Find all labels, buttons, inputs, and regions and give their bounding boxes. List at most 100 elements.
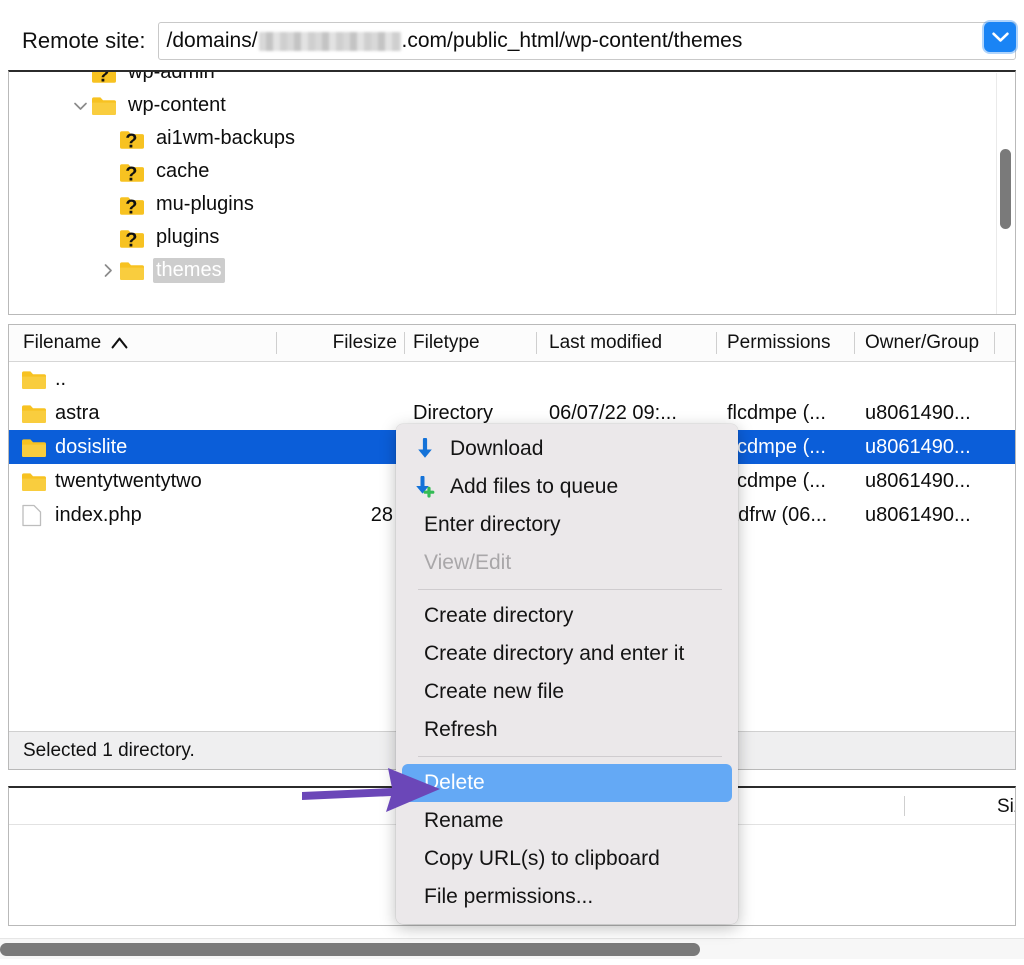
- queue-column-separator[interactable]: [904, 796, 905, 816]
- column-header-filename[interactable]: Filename: [9, 325, 277, 361]
- menu-item-copy-url-s-to-clipboard[interactable]: Copy URL(s) to clipboard: [402, 840, 732, 878]
- remote-site-dropdown-button[interactable]: [984, 22, 1016, 52]
- tree-item-label: ai1wm-backups: [156, 127, 295, 149]
- tree-item-wp-content[interactable]: wp-content: [9, 89, 1015, 122]
- modified-label: 06/07/22 09:...: [549, 401, 677, 424]
- cell-filename: astra: [9, 396, 277, 430]
- tree-item-label: wp-admin: [128, 70, 215, 83]
- folder-icon: [21, 403, 49, 424]
- cell-perms: [717, 362, 855, 396]
- owner-label: u8061490...: [865, 469, 971, 492]
- tree-twisty-placeholder: [97, 128, 119, 150]
- tree-scrollbar-thumb[interactable]: [1000, 149, 1011, 229]
- tree-item-label: wp-content: [128, 94, 226, 116]
- column-header-perms[interactable]: Permissions: [717, 325, 855, 361]
- column-header-owner[interactable]: Owner/Group: [855, 325, 995, 361]
- cell-filesize: [277, 362, 405, 396]
- folder-unknown-icon: ?: [119, 227, 145, 251]
- menu-item-refresh[interactable]: Refresh: [402, 711, 732, 749]
- tree-item-themes[interactable]: themes: [9, 254, 1015, 287]
- menu-item-delete[interactable]: Delete: [402, 764, 732, 802]
- tree-item-label: plugins: [156, 226, 220, 248]
- folder-unknown-icon: ?: [119, 161, 145, 185]
- folder-icon: [21, 369, 49, 390]
- menu-item-create-new-file[interactable]: Create new file: [402, 673, 732, 711]
- perms-label: adfrw (06...: [727, 503, 828, 526]
- menu-item-label: Copy URL(s) to clipboard: [424, 847, 660, 870]
- menu-item-create-directory-and-enter-it[interactable]: Create directory and enter it: [402, 635, 732, 673]
- column-resize-handle[interactable]: [994, 332, 995, 354]
- menu-item-label: File permissions...: [424, 885, 594, 908]
- menu-item-view-edit: View/Edit: [402, 544, 732, 582]
- remote-directory-tree[interactable]: ? wp-admin wp-content? ai1wm-backups? cache?…: [8, 70, 1016, 315]
- remote-site-input[interactable]: /domains/ .com/public_html/wp-content/th…: [157, 22, 1016, 60]
- file-name-label: astra: [55, 401, 100, 424]
- cell-owner: u8061490...: [855, 430, 995, 464]
- column-header-label: Filetype: [413, 332, 480, 353]
- folder-icon: [21, 437, 49, 458]
- tree-item-cache[interactable]: ? cache: [9, 155, 1015, 188]
- cell-filesize: [277, 430, 405, 464]
- menu-item-download[interactable]: Download: [402, 430, 732, 468]
- menu-item-rename[interactable]: Rename: [402, 802, 732, 840]
- folder-icon: [119, 260, 145, 282]
- cell-owner: u8061490...: [855, 498, 995, 532]
- filesize-label: 28: [370, 503, 393, 526]
- column-header-filetype[interactable]: Filetype: [405, 325, 537, 361]
- tree-vertical-scrollbar[interactable]: [996, 73, 1014, 314]
- sort-ascending-icon: [111, 337, 128, 349]
- cell-filename: index.php: [9, 498, 277, 532]
- menu-separator: [418, 589, 722, 590]
- cell-filesize: [277, 396, 405, 430]
- tree-item-plugins[interactable]: ? plugins: [9, 221, 1015, 254]
- cell-perms: flcdmpe (...: [717, 396, 855, 430]
- horizontal-scrollbar[interactable]: [0, 938, 1024, 959]
- column-header-modified[interactable]: Last modified: [537, 325, 717, 361]
- cell-filename: dosislite: [9, 430, 277, 464]
- column-header-filesize[interactable]: Filesize: [277, 325, 405, 361]
- menu-item-add-files-to-queue[interactable]: Add files to queue: [402, 468, 732, 506]
- folder-unknown-icon: ?: [119, 128, 145, 152]
- chevron-down-icon[interactable]: [69, 95, 91, 117]
- menu-item-file-permissions[interactable]: File permissions...: [402, 878, 732, 916]
- column-header-label: Last modified: [549, 332, 663, 353]
- menu-item-label: Create directory: [424, 604, 574, 627]
- menu-item-label: Rename: [424, 809, 504, 832]
- folder-unknown-icon: ?: [119, 194, 145, 218]
- tree-item-label: mu-plugins: [156, 193, 254, 215]
- menu-item-label: Add files to queue: [450, 475, 619, 498]
- cell-owner: [855, 362, 995, 396]
- tree-twisty-placeholder: [97, 161, 119, 183]
- cell-filesize: [277, 464, 405, 498]
- cell-filetype: [405, 362, 537, 396]
- tree-item-mu-plugins[interactable]: ? mu-plugins: [9, 188, 1015, 221]
- redacted-domain-block: [258, 31, 401, 51]
- file-icon: [21, 503, 49, 528]
- remote-path-suffix: .com/public_html/wp-content/themes: [401, 29, 743, 52]
- horizontal-scrollbar-thumb[interactable]: [0, 943, 700, 956]
- menu-item-label: Create directory and enter it: [424, 642, 685, 665]
- status-text: Selected 1 directory.: [23, 739, 195, 761]
- remote-path-prefix: /domains/: [166, 29, 258, 52]
- file-list-header: Filename Filesize Filetype Last modified Per…: [9, 325, 1015, 362]
- file-name-label: index.php: [55, 503, 142, 526]
- folder-icon: [91, 95, 117, 117]
- chevron-right-icon[interactable]: [97, 260, 119, 282]
- tree-twisty-placeholder: [97, 194, 119, 216]
- column-header-label: Permissions: [727, 332, 831, 353]
- queue-size-column-header[interactable]: Siz: [997, 796, 1015, 818]
- remote-site-path: /domains/ .com/public_html/wp-content/th…: [167, 29, 743, 53]
- filetype-label: Directory: [413, 401, 494, 424]
- menu-item-enter-directory[interactable]: Enter directory: [402, 506, 732, 544]
- perms-label: flcdmpe (...: [727, 469, 826, 492]
- remote-site-bar: Remote site: /domains/ .com/public_html/…: [0, 16, 1024, 66]
- column-header-label: Owner/Group: [865, 332, 980, 353]
- tree-item-label: themes: [153, 258, 225, 283]
- tree-item-ai1wm-backups[interactable]: ? ai1wm-backups: [9, 122, 1015, 155]
- file-context-menu[interactable]: Download Add files to queue Enter director…: [396, 424, 738, 924]
- menu-separator: [418, 756, 722, 757]
- file-row[interactable]: ..: [9, 362, 1015, 396]
- menu-item-create-directory[interactable]: Create directory: [402, 597, 732, 635]
- filezilla-window: Remote site: /domains/ .com/public_html/…: [0, 0, 1024, 965]
- tree-item-wp-admin[interactable]: ? wp-admin: [9, 70, 1015, 89]
